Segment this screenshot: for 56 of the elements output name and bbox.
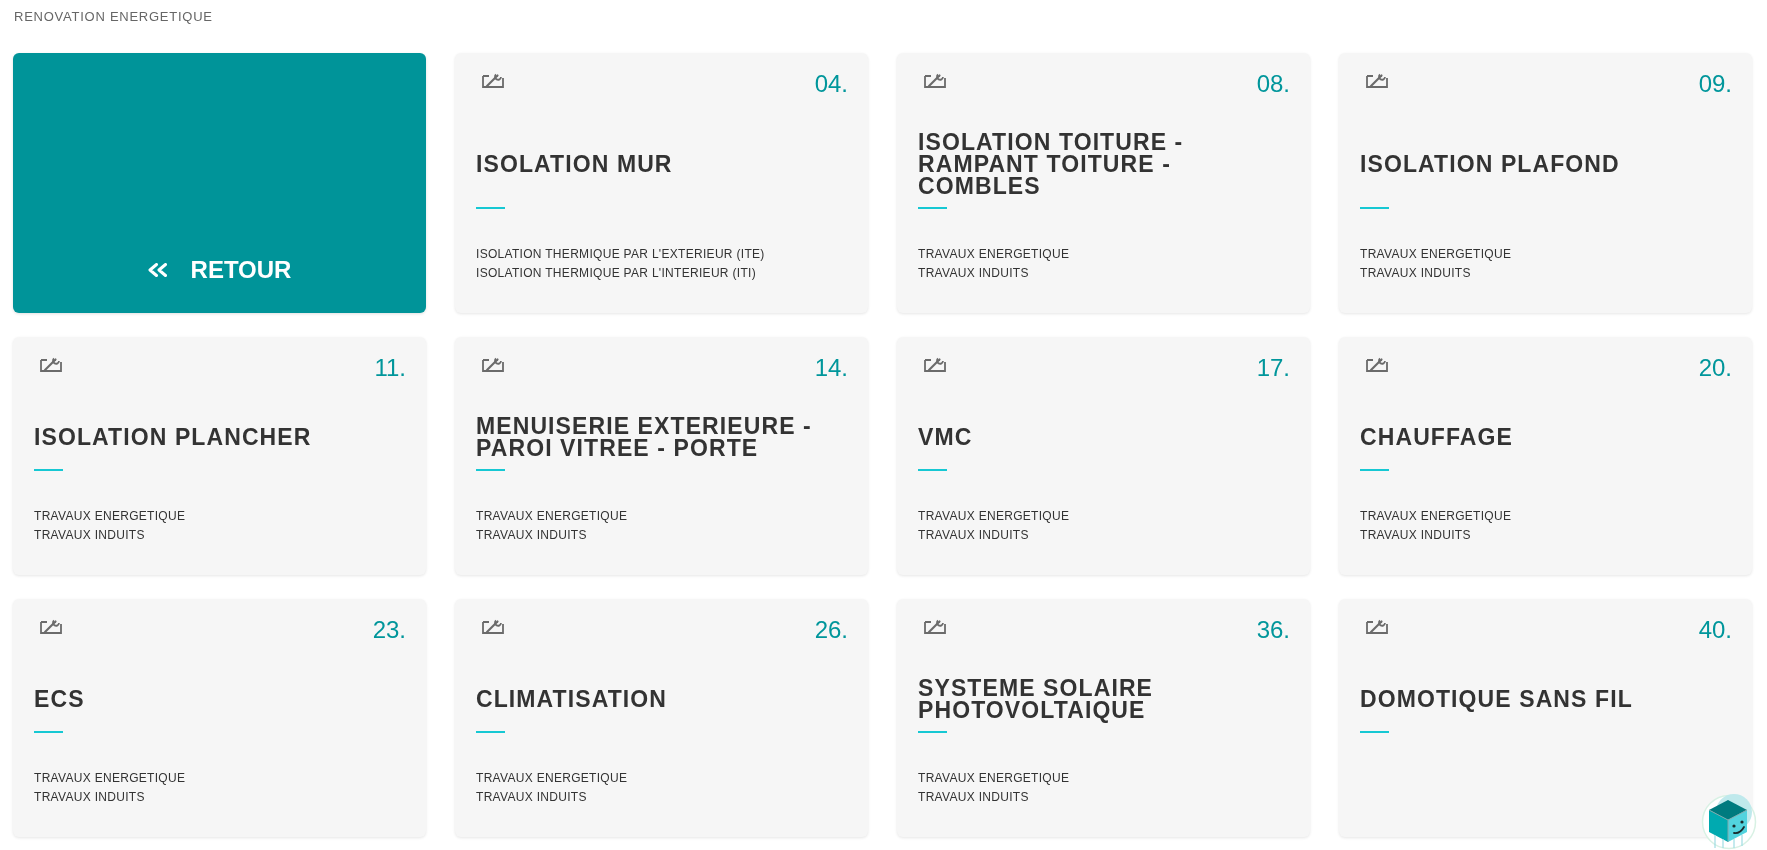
category-number: 36. xyxy=(1256,617,1290,643)
subcategory-link[interactable]: TRAVAUX INDUITS xyxy=(918,788,1029,807)
category-number: 14. xyxy=(814,355,848,381)
category-number: 17. xyxy=(1256,355,1290,381)
subcategory-link[interactable]: TRAVAUX INDUITS xyxy=(476,788,587,807)
category-number: 04. xyxy=(814,71,848,97)
category-title: CLIMATISATION xyxy=(476,688,668,710)
page-title: RENOVATION ENERGETIQUE xyxy=(14,9,213,25)
subcategory-link[interactable]: TRAVAUX INDUITS xyxy=(1360,526,1471,545)
category-title: ISOLATION PLANCHER xyxy=(34,426,312,448)
category-number: 26. xyxy=(814,617,848,643)
category-title: CHAUFFAGE xyxy=(1360,426,1513,448)
category-title: ISOLATION TOITURE - RAMPANT TOITURE - COMBLES xyxy=(918,131,1185,197)
subcategory-link[interactable]: TRAVAUX INDUITS xyxy=(918,526,1029,545)
category-title: VMC xyxy=(918,426,973,448)
subcategory-link[interactable]: TRAVAUX ENERGETIQUE xyxy=(34,507,186,526)
subcategory-link[interactable]: TRAVAUX ENERGETIQUE xyxy=(1360,507,1512,526)
subcategory-link[interactable]: ISOLATION THERMIQUE PAR L'INTERIEUR (ITI) xyxy=(476,264,756,283)
subcategory-link[interactable]: TRAVAUX ENERGETIQUE xyxy=(918,245,1070,264)
wrench-icon xyxy=(482,72,504,88)
subcategory-link[interactable]: TRAVAUX INDUITS xyxy=(476,526,587,545)
wrench-icon xyxy=(482,618,504,634)
wrench-icon xyxy=(1366,618,1388,634)
category-number: 09. xyxy=(1698,71,1732,97)
wrench-icon xyxy=(924,618,946,634)
wrench-icon xyxy=(1366,356,1388,372)
category-title: MENUISERIE EXTERIEURE - PAROI VITREE - PORTE xyxy=(476,415,813,459)
category-title: ISOLATION PLAFOND xyxy=(1360,153,1620,175)
back-button[interactable]: RETOUR xyxy=(13,53,426,313)
wrench-icon xyxy=(40,618,62,634)
category-title: ISOLATION MUR xyxy=(476,153,673,175)
subcategory-link[interactable]: TRAVAUX ENERGETIQUE xyxy=(476,507,628,526)
subcategory-link[interactable]: TRAVAUX ENERGETIQUE xyxy=(1360,245,1512,264)
subcategory-link[interactable]: ISOLATION THERMIQUE PAR L'EXTERIEUR (ITE) xyxy=(476,245,765,264)
subcategory-link[interactable]: TRAVAUX INDUITS xyxy=(918,264,1029,283)
category-number: 23. xyxy=(372,617,406,643)
category-number: 08. xyxy=(1256,71,1290,97)
wrench-icon xyxy=(924,356,946,372)
subcategory-link[interactable]: TRAVAUX ENERGETIQUE xyxy=(918,769,1070,788)
subcategory-link[interactable]: TRAVAUX ENERGETIQUE xyxy=(918,507,1070,526)
double-chevron-icon xyxy=(147,263,167,277)
category-title: SYSTEME SOLAIRE PHOTOVOLTAIQUE xyxy=(918,677,1155,721)
subcategory-link[interactable]: TRAVAUX ENERGETIQUE xyxy=(34,769,186,788)
category-title: DOMOTIQUE SANS FIL xyxy=(1360,688,1633,710)
category-number: 20. xyxy=(1698,355,1732,381)
subcategory-link[interactable]: TRAVAUX INDUITS xyxy=(34,526,145,545)
wrench-icon xyxy=(1366,72,1388,88)
wrench-icon xyxy=(482,356,504,372)
subcategory-link[interactable]: TRAVAUX INDUITS xyxy=(34,788,145,807)
category-title: ECS xyxy=(34,688,85,710)
wrench-icon xyxy=(40,356,62,372)
subcategory-link[interactable]: TRAVAUX INDUITS xyxy=(1360,264,1471,283)
category-number: 11. xyxy=(374,355,406,381)
category-number: 40. xyxy=(1698,617,1732,643)
subcategory-link[interactable]: TRAVAUX ENERGETIQUE xyxy=(476,769,628,788)
wrench-icon xyxy=(924,72,946,88)
